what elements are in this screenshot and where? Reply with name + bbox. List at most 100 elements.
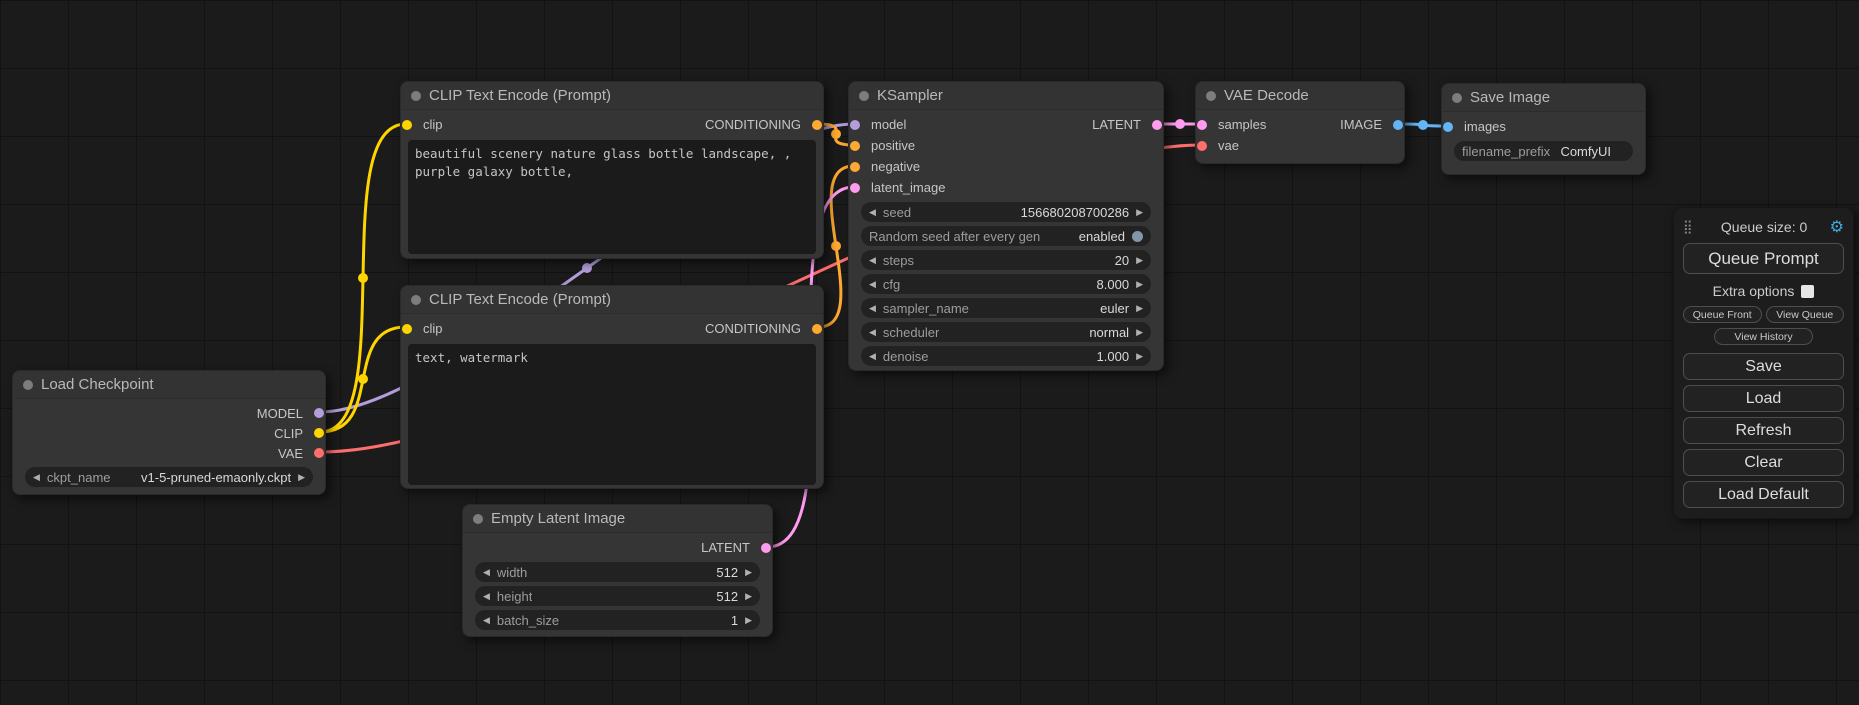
input-port-vae[interactable] xyxy=(1197,141,1207,151)
widget-scheduler[interactable]: ◀ scheduler normal ▶ xyxy=(861,322,1151,342)
widget-ckpt-name[interactable]: ◀ ckpt_name v1-5-pruned-emaonly.ckpt ▶ xyxy=(25,467,313,487)
arrow-right-icon[interactable]: ▶ xyxy=(1136,208,1143,217)
load-button[interactable]: Load xyxy=(1683,385,1844,412)
prompt-textarea[interactable]: text, watermark xyxy=(408,344,816,485)
queue-front-button[interactable]: Queue Front xyxy=(1683,306,1762,323)
view-history-button[interactable]: View History xyxy=(1714,328,1814,345)
clear-button[interactable]: Clear xyxy=(1683,449,1844,476)
widget-random-seed-toggle[interactable]: Random seed after every gen enabled xyxy=(861,226,1151,246)
widget-batch-size[interactable]: ◀ batch_size 1 ▶ xyxy=(475,610,760,630)
input-port-model[interactable] xyxy=(850,120,860,130)
collapse-dot-icon[interactable] xyxy=(411,91,421,101)
collapse-dot-icon[interactable] xyxy=(411,295,421,305)
widget-value: 512 xyxy=(716,565,738,580)
view-queue-button[interactable]: View Queue xyxy=(1766,306,1845,323)
arrow-left-icon[interactable]: ◀ xyxy=(483,568,490,577)
collapse-dot-icon[interactable] xyxy=(859,91,869,101)
output-label-model: MODEL xyxy=(257,406,303,421)
node-titlebar[interactable]: CLIP Text Encode (Prompt) xyxy=(401,286,823,314)
node-graph-canvas[interactable]: Load Checkpoint MODEL CLIP VAE ◀ ckpt_na… xyxy=(0,0,1859,705)
node-clip-text-encode-negative[interactable]: CLIP Text Encode (Prompt) clip CONDITION… xyxy=(400,285,824,489)
widget-label: sampler_name xyxy=(883,301,969,316)
input-port-images[interactable] xyxy=(1443,122,1453,132)
arrow-left-icon[interactable]: ◀ xyxy=(869,352,876,361)
input-port-negative[interactable] xyxy=(850,162,860,172)
widget-steps[interactable]: ◀ steps 20 ▶ xyxy=(861,250,1151,270)
node-titlebar[interactable]: CLIP Text Encode (Prompt) xyxy=(401,82,823,110)
node-title: Save Image xyxy=(1470,89,1550,106)
arrow-left-icon[interactable]: ◀ xyxy=(483,592,490,601)
output-port-clip[interactable] xyxy=(314,428,324,438)
node-titlebar[interactable]: VAE Decode xyxy=(1196,82,1404,110)
node-title: Load Checkpoint xyxy=(41,376,154,393)
widget-height[interactable]: ◀ height 512 ▶ xyxy=(475,586,760,606)
node-save-image[interactable]: Save Image images filename_prefix ComfyU… xyxy=(1441,83,1646,175)
output-port-latent[interactable] xyxy=(1152,120,1162,130)
arrow-right-icon[interactable]: ▶ xyxy=(298,473,305,482)
input-port-clip[interactable] xyxy=(402,120,412,130)
arrow-right-icon[interactable]: ▶ xyxy=(1136,304,1143,313)
arrow-right-icon[interactable]: ▶ xyxy=(1136,256,1143,265)
output-port-latent[interactable] xyxy=(761,543,771,553)
output-port-conditioning[interactable] xyxy=(812,324,822,334)
widget-width[interactable]: ◀ width 512 ▶ xyxy=(475,562,760,582)
collapse-dot-icon[interactable] xyxy=(473,514,483,524)
input-port-latent-image[interactable] xyxy=(850,183,860,193)
arrow-right-icon[interactable]: ▶ xyxy=(1136,328,1143,337)
output-port-image[interactable] xyxy=(1393,120,1403,130)
node-titlebar[interactable]: Empty Latent Image xyxy=(463,505,772,533)
node-titlebar[interactable]: Save Image xyxy=(1442,84,1645,112)
widget-cfg[interactable]: ◀ cfg 8.000 ▶ xyxy=(861,274,1151,294)
node-clip-text-encode-positive[interactable]: CLIP Text Encode (Prompt) clip CONDITION… xyxy=(400,81,824,259)
arrow-right-icon[interactable]: ▶ xyxy=(1136,352,1143,361)
arrow-left-icon[interactable]: ◀ xyxy=(869,280,876,289)
arrow-left-icon[interactable]: ◀ xyxy=(33,473,40,482)
queue-prompt-button[interactable]: Queue Prompt xyxy=(1683,243,1844,274)
drag-handle-icon[interactable]: ⣿ xyxy=(1683,219,1693,235)
widget-seed[interactable]: ◀ seed 156680208700286 ▶ xyxy=(861,202,1151,222)
node-vae-decode[interactable]: VAE Decode samples IMAGE vae xyxy=(1195,81,1405,164)
input-port-positive[interactable] xyxy=(850,141,860,151)
arrow-left-icon[interactable]: ◀ xyxy=(869,256,876,265)
widget-label: Random seed after every gen xyxy=(869,229,1040,244)
node-titlebar[interactable]: Load Checkpoint xyxy=(13,371,325,399)
extra-options-checkbox[interactable] xyxy=(1801,285,1814,298)
collapse-dot-icon[interactable] xyxy=(1452,93,1462,103)
node-ksampler[interactable]: KSampler model LATENT positive negative … xyxy=(848,81,1164,371)
prompt-textarea[interactable]: beautiful scenery nature glass bottle la… xyxy=(408,140,816,254)
collapse-dot-icon[interactable] xyxy=(23,380,33,390)
arrow-right-icon[interactable]: ▶ xyxy=(745,616,752,625)
widget-filename-prefix[interactable]: filename_prefix ComfyUI xyxy=(1454,141,1633,161)
input-port-samples[interactable] xyxy=(1197,120,1207,130)
output-port-conditioning[interactable] xyxy=(812,120,822,130)
node-load-checkpoint[interactable]: Load Checkpoint MODEL CLIP VAE ◀ ckpt_na… xyxy=(12,370,326,495)
queue-small-buttons-row: Queue Front View Queue xyxy=(1683,306,1844,323)
toggle-dot-icon[interactable] xyxy=(1132,231,1143,242)
widget-denoise[interactable]: ◀ denoise 1.000 ▶ xyxy=(861,346,1151,366)
arrow-left-icon[interactable]: ◀ xyxy=(869,328,876,337)
arrow-right-icon[interactable]: ▶ xyxy=(745,568,752,577)
widget-value: 8.000 xyxy=(1097,277,1130,292)
widget-value: 1 xyxy=(731,613,738,628)
save-button[interactable]: Save xyxy=(1683,353,1844,380)
output-label-latent: LATENT xyxy=(1092,117,1141,132)
queue-panel-header[interactable]: ⣿ Queue size: 0 ⚙ xyxy=(1683,216,1844,238)
node-title: VAE Decode xyxy=(1224,87,1309,104)
arrow-left-icon[interactable]: ◀ xyxy=(483,616,490,625)
arrow-left-icon[interactable]: ◀ xyxy=(869,304,876,313)
arrow-right-icon[interactable]: ▶ xyxy=(745,592,752,601)
output-port-model[interactable] xyxy=(314,408,324,418)
arrow-left-icon[interactable]: ◀ xyxy=(869,208,876,217)
arrow-right-icon[interactable]: ▶ xyxy=(1136,280,1143,289)
widget-sampler-name[interactable]: ◀ sampler_name euler ▶ xyxy=(861,298,1151,318)
widget-label: seed xyxy=(883,205,911,220)
load-default-button[interactable]: Load Default xyxy=(1683,481,1844,508)
collapse-dot-icon[interactable] xyxy=(1206,91,1216,101)
output-port-vae[interactable] xyxy=(314,448,324,458)
node-titlebar[interactable]: KSampler xyxy=(849,82,1163,110)
refresh-button[interactable]: Refresh xyxy=(1683,417,1844,444)
node-empty-latent-image[interactable]: Empty Latent Image LATENT ◀ width 512 ▶ … xyxy=(462,504,773,637)
settings-gear-icon[interactable]: ⚙ xyxy=(1830,217,1844,237)
input-port-clip[interactable] xyxy=(402,324,412,334)
link-midpoint-dot xyxy=(582,263,592,273)
